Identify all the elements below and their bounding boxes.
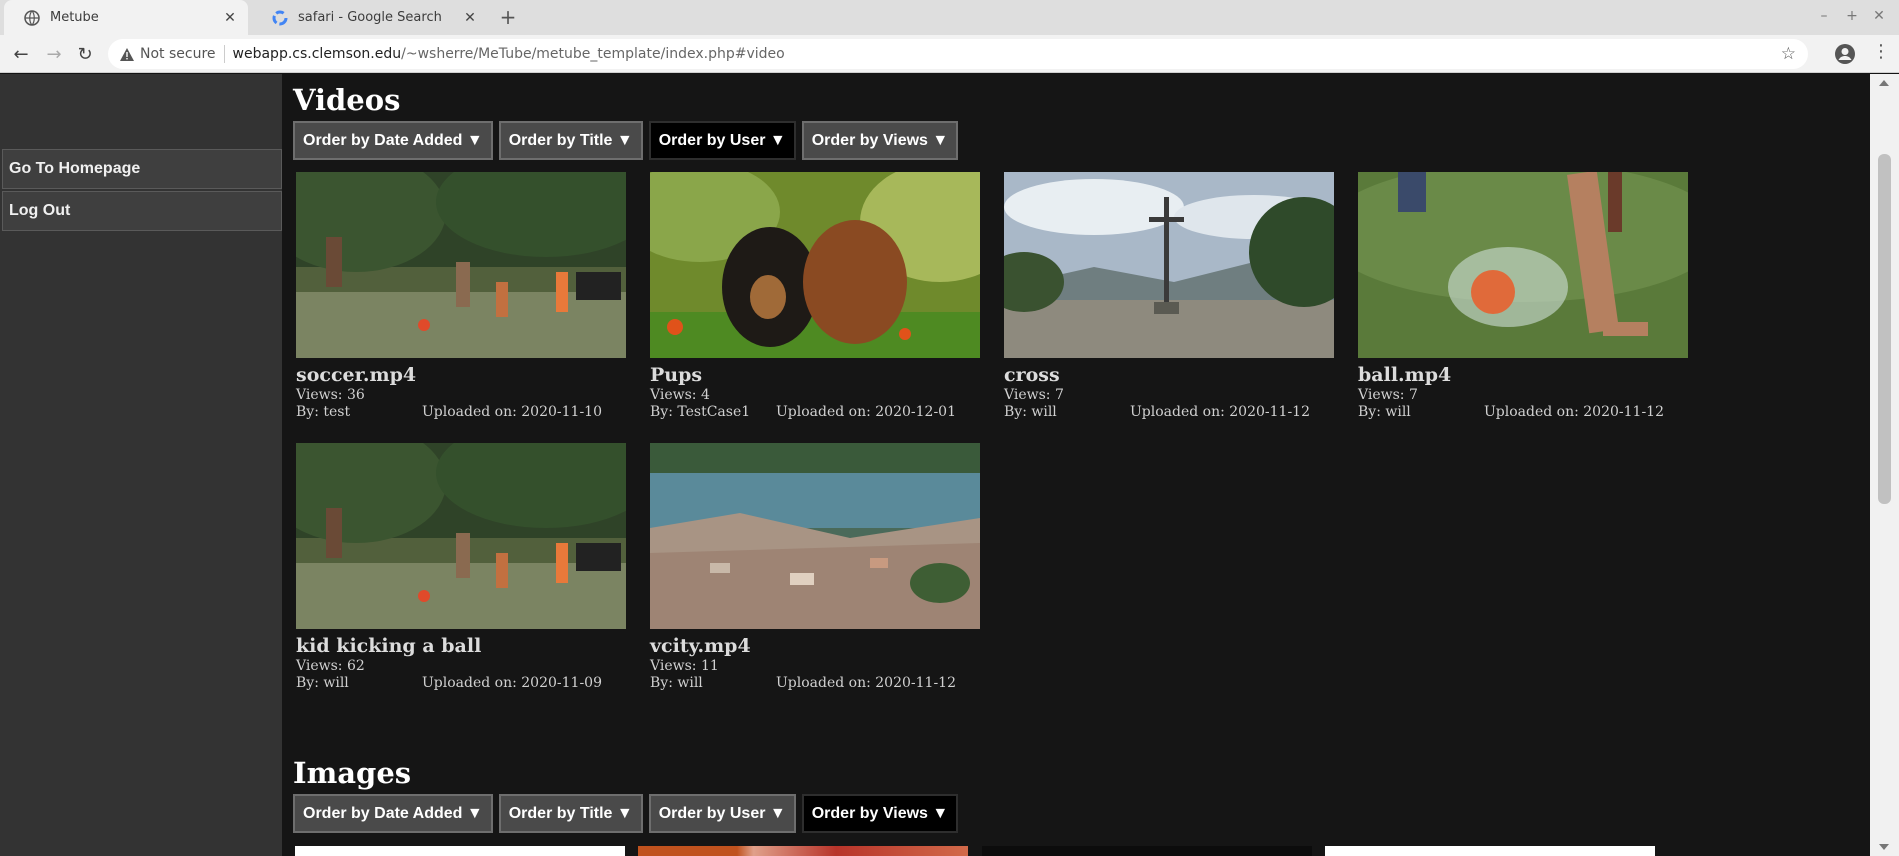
image-thumbnail[interactable]: [1325, 846, 1655, 856]
video-meta: By: will Uploaded on: 2020-11-12: [1004, 404, 1334, 422]
video-thumbnail-ball[interactable]: [1358, 172, 1688, 358]
scroll-down-icon[interactable]: [1879, 844, 1889, 850]
image-thumbnail[interactable]: [982, 846, 1312, 856]
sort-by-title-button[interactable]: Order by Title ▼: [498, 794, 643, 833]
video-uploader: By: will: [650, 675, 703, 691]
video-uploader: By: test: [296, 404, 351, 420]
back-arrow-icon[interactable]: ←: [9, 42, 33, 66]
video-thumbnail-pups[interactable]: [650, 172, 980, 358]
image-thumbnail[interactable]: [295, 846, 625, 856]
video-thumbnail-kid-kicking[interactable]: [296, 443, 626, 629]
video-upload-date: Uploaded on: 2020-11-10: [421, 404, 602, 420]
sidebar-item-logout[interactable]: Log Out: [2, 191, 282, 231]
video-uploader: By: TestCase1: [650, 404, 751, 420]
sort-by-views-button[interactable]: Order by Views ▼: [801, 121, 959, 160]
video-meta: By: TestCase1 Uploaded on: 2020-12-01: [650, 404, 980, 422]
video-title[interactable]: vcity.mp4: [650, 635, 980, 657]
video-meta: By: will Uploaded on: 2020-11-12: [1358, 404, 1688, 422]
video-thumbnail-soccer[interactable]: [296, 172, 626, 358]
sidebar-item-homepage[interactable]: Go To Homepage: [2, 149, 282, 189]
scrollbar-thumb[interactable]: [1878, 154, 1891, 504]
sort-by-user-button[interactable]: Order by User ▼: [648, 121, 796, 160]
video-upload-date: Uploaded on: 2020-11-09: [421, 675, 602, 691]
video-thumbnail-cross[interactable]: [1004, 172, 1334, 358]
video-meta: By: will Uploaded on: 2020-11-09: [296, 675, 626, 693]
sort-by-user-button[interactable]: Order by User ▼: [648, 794, 796, 833]
profile-avatar-icon[interactable]: [1834, 43, 1856, 65]
address-bar[interactable]: Not secure webapp.cs.clemson.edu/~wsherr…: [108, 39, 1808, 69]
video-uploader: By: will: [1004, 404, 1057, 420]
video-views: Views: 7: [1358, 387, 1418, 403]
video-views: Views: 4: [650, 387, 710, 403]
video-uploader: By: will: [1358, 404, 1411, 420]
url-path: /~wsherre/MeTube/metube_template/index.p…: [401, 46, 785, 62]
page-scrollbar[interactable]: [1870, 74, 1899, 856]
video-views: Views: 36: [296, 387, 365, 403]
tab-title: safari - Google Search: [298, 10, 442, 25]
video-title[interactable]: Pups: [650, 364, 980, 386]
sort-by-date-button[interactable]: Order by Date Added ▼: [293, 794, 493, 833]
url-host: webapp.cs.clemson.edu: [232, 46, 402, 62]
close-tab-icon[interactable]: ✕: [220, 10, 240, 26]
video-meta: By: will Uploaded on: 2020-11-12: [650, 675, 980, 693]
videos-heading: Videos: [293, 83, 401, 117]
maximize-icon[interactable]: +: [1842, 8, 1862, 24]
tab-google-search[interactable]: safari - Google Search ✕: [252, 0, 488, 35]
video-upload-date: Uploaded on: 2020-11-12: [1483, 404, 1664, 420]
video-uploader: By: will: [296, 675, 349, 691]
video-title[interactable]: kid kicking a ball: [296, 635, 626, 657]
minimize-icon[interactable]: –: [1814, 8, 1834, 24]
video-views: Views: 7: [1004, 387, 1064, 403]
video-title[interactable]: soccer.mp4: [296, 364, 626, 386]
kebab-menu-icon[interactable]: ⋮: [1872, 41, 1890, 62]
videos-sort-bar: Order by Date Added ▼ Order by Title ▼ O…: [293, 121, 964, 160]
video-card: Pups Views: 4 By: TestCase1 Uploaded on:…: [650, 172, 980, 422]
new-tab-button[interactable]: +: [496, 6, 520, 30]
video-title[interactable]: ball.mp4: [1358, 364, 1688, 386]
tab-metube[interactable]: Metube ✕: [4, 0, 248, 35]
video-card: vcity.mp4 Views: 11 By: will Uploaded on…: [650, 443, 980, 693]
video-card: kid kicking a ball Views: 62 By: will Up…: [296, 443, 626, 693]
browser-toolbar: ← → ↻ Not secure webapp.cs.clemson.edu/~…: [0, 35, 1899, 73]
warning-icon[interactable]: [120, 47, 134, 61]
image-thumbnail[interactable]: [638, 846, 968, 856]
close-tab-icon[interactable]: ✕: [460, 10, 480, 26]
forward-arrow-icon[interactable]: →: [42, 42, 66, 66]
close-window-icon[interactable]: ✕: [1869, 8, 1889, 24]
video-upload-date: Uploaded on: 2020-12-01: [775, 404, 956, 420]
video-meta: By: test Uploaded on: 2020-11-10: [296, 404, 626, 422]
video-upload-date: Uploaded on: 2020-11-12: [775, 675, 956, 691]
video-upload-date: Uploaded on: 2020-11-12: [1129, 404, 1310, 420]
google-icon: [272, 10, 288, 26]
omnibox-divider: [223, 45, 225, 63]
video-thumbnail-vcity[interactable]: [650, 443, 980, 629]
images-heading: Images: [293, 756, 412, 790]
bookmark-star-icon[interactable]: ☆: [1781, 44, 1796, 64]
video-title[interactable]: cross: [1004, 364, 1334, 386]
video-card: cross Views: 7 By: will Uploaded on: 202…: [1004, 172, 1334, 422]
video-views: Views: 62: [296, 658, 365, 674]
sidebar: Go To Homepage Log Out: [0, 74, 282, 856]
video-card: soccer.mp4 Views: 36 By: test Uploaded o…: [296, 172, 626, 422]
browser-tab-strip: Metube ✕ safari - Google Search ✕ + – + …: [0, 0, 1899, 35]
video-views: Views: 11: [650, 658, 719, 674]
images-sort-bar: Order by Date Added ▼ Order by Title ▼ O…: [293, 794, 964, 833]
video-card: ball.mp4 Views: 7 By: will Uploaded on: …: [1358, 172, 1688, 422]
sort-by-title-button[interactable]: Order by Title ▼: [498, 121, 643, 160]
sort-by-date-button[interactable]: Order by Date Added ▼: [293, 121, 493, 160]
tab-title: Metube: [50, 10, 99, 25]
security-status: Not secure: [140, 46, 216, 62]
sort-by-views-button[interactable]: Order by Views ▼: [801, 794, 959, 833]
reload-icon[interactable]: ↻: [73, 42, 97, 66]
scroll-up-icon[interactable]: [1879, 80, 1889, 86]
globe-icon: [24, 9, 40, 26]
